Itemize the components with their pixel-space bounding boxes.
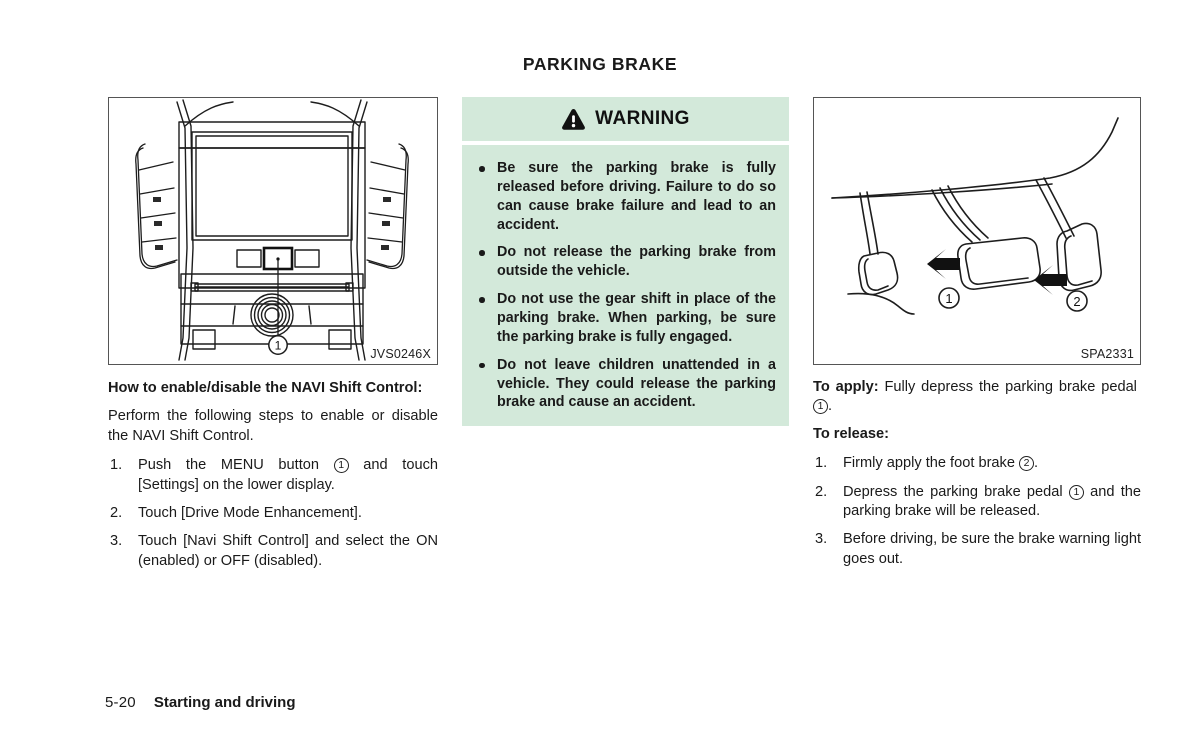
to-apply-label: To apply: <box>813 379 879 395</box>
step-number: 3. <box>110 533 123 550</box>
step-text-after: . <box>1034 455 1039 472</box>
list-item: Do not release the parking brake from ou… <box>475 243 776 281</box>
right-column: 1 2 SPA2331 To apply: Fully depress the … <box>813 97 1141 569</box>
step-text: Touch [Navi Shift Control] and select th… <box>138 533 438 569</box>
figure-id-label: SPA2331 <box>1080 347 1134 361</box>
list-item: 2. Touch [Drive Mode Enhancement]. <box>108 504 438 523</box>
list-item: 3. Before driving, be sure the brake warn… <box>813 530 1141 569</box>
list-item: Be sure the parking brake is fully relea… <box>475 159 776 234</box>
figure-pedals: 1 2 SPA2331 <box>813 97 1141 365</box>
list-item: Do not leave children unattended in a ve… <box>475 356 776 413</box>
step-text-before: Push the MENU button <box>138 457 320 474</box>
step-number: 2. <box>815 483 828 500</box>
navi-shift-paragraph: Perform the following steps to enable or… <box>108 408 438 444</box>
figure-navi-display: 1 JVS0246X <box>108 97 438 365</box>
step-number: 1. <box>815 455 828 472</box>
to-apply-text: Fully depress the parking brake pedal <box>884 379 1137 395</box>
circled-number-1: 1 <box>1068 484 1084 500</box>
arrow-1-icon <box>927 249 960 279</box>
page-footer: 5-20 Starting and driving <box>105 694 296 711</box>
figure-callout-2: 2 <box>1073 294 1080 309</box>
navi-shift-subheading: How to enable/disable the NAVI Shift Con… <box>108 380 423 396</box>
warning-column: WARNING Be sure the parking brake is ful… <box>462 97 789 427</box>
step-text-before: Firmly apply the foot brake <box>843 455 1015 472</box>
figure-id-label: JVS0246X <box>370 347 431 361</box>
step-number: 3. <box>815 531 828 548</box>
figure-callout-1: 1 <box>945 291 952 306</box>
to-apply-paragraph: To apply: Fully depress the parking brak… <box>813 378 1141 417</box>
warning-triangle-icon <box>562 108 586 130</box>
warning-title: WARNING <box>595 108 690 129</box>
step-text-before: Depress the parking brake pedal <box>843 483 1063 500</box>
list-item: Do not use the gear shift in place of th… <box>475 290 776 347</box>
page-title: PARKING BRAKE <box>522 54 678 74</box>
arrow-2-icon <box>1034 265 1067 295</box>
navi-shift-steps: 1. Push the MENU button 1 and touch [Sett… <box>108 456 438 571</box>
warning-body: Be sure the parking brake is fully relea… <box>462 145 789 427</box>
list-item: 2. Depress the parking brake pedal 1 and … <box>813 483 1141 522</box>
list-item: 1. Push the MENU button 1 and touch [Sett… <box>108 456 438 495</box>
list-item: 1. Firmly apply the foot brake 2. <box>813 454 1141 473</box>
step-text: Touch [Drive Mode Enhancement]. <box>138 505 362 522</box>
warning-bullet-list: Be sure the parking brake is fully relea… <box>475 159 776 412</box>
circled-number-1: 1 <box>333 458 349 474</box>
warning-box: WARNING Be sure the parking brake is ful… <box>462 97 789 427</box>
circled-number-1: 1 <box>813 399 828 415</box>
to-release-steps: 1. Firmly apply the foot brake 2. 2. Depre… <box>813 454 1141 569</box>
list-item: 3. Touch [Navi Shift Control] and select … <box>108 532 438 571</box>
circled-number-2: 2 <box>1019 456 1035 472</box>
step-number: 2. <box>110 505 123 522</box>
figure-callout-1: 1 <box>275 339 282 353</box>
center-console-illustration: 1 <box>135 99 409 361</box>
warning-header: WARNING <box>462 97 789 141</box>
to-release-label: To release: <box>813 425 889 442</box>
step-text: Before driving, be sure the brake warnin… <box>843 531 1141 567</box>
left-column: 1 JVS0246X How to enable/disable the NAV… <box>108 97 438 571</box>
footer-section-name: Starting and driving <box>153 694 296 711</box>
footer-page-number: 5-20 <box>105 694 136 711</box>
manual-page: PARKING BRAKE 1 JVS0246X How to enable/d… <box>0 0 1200 741</box>
pedals-illustration: 1 2 <box>831 117 1119 315</box>
step-number: 1. <box>110 457 123 474</box>
to-apply-text-after: . <box>828 398 833 415</box>
